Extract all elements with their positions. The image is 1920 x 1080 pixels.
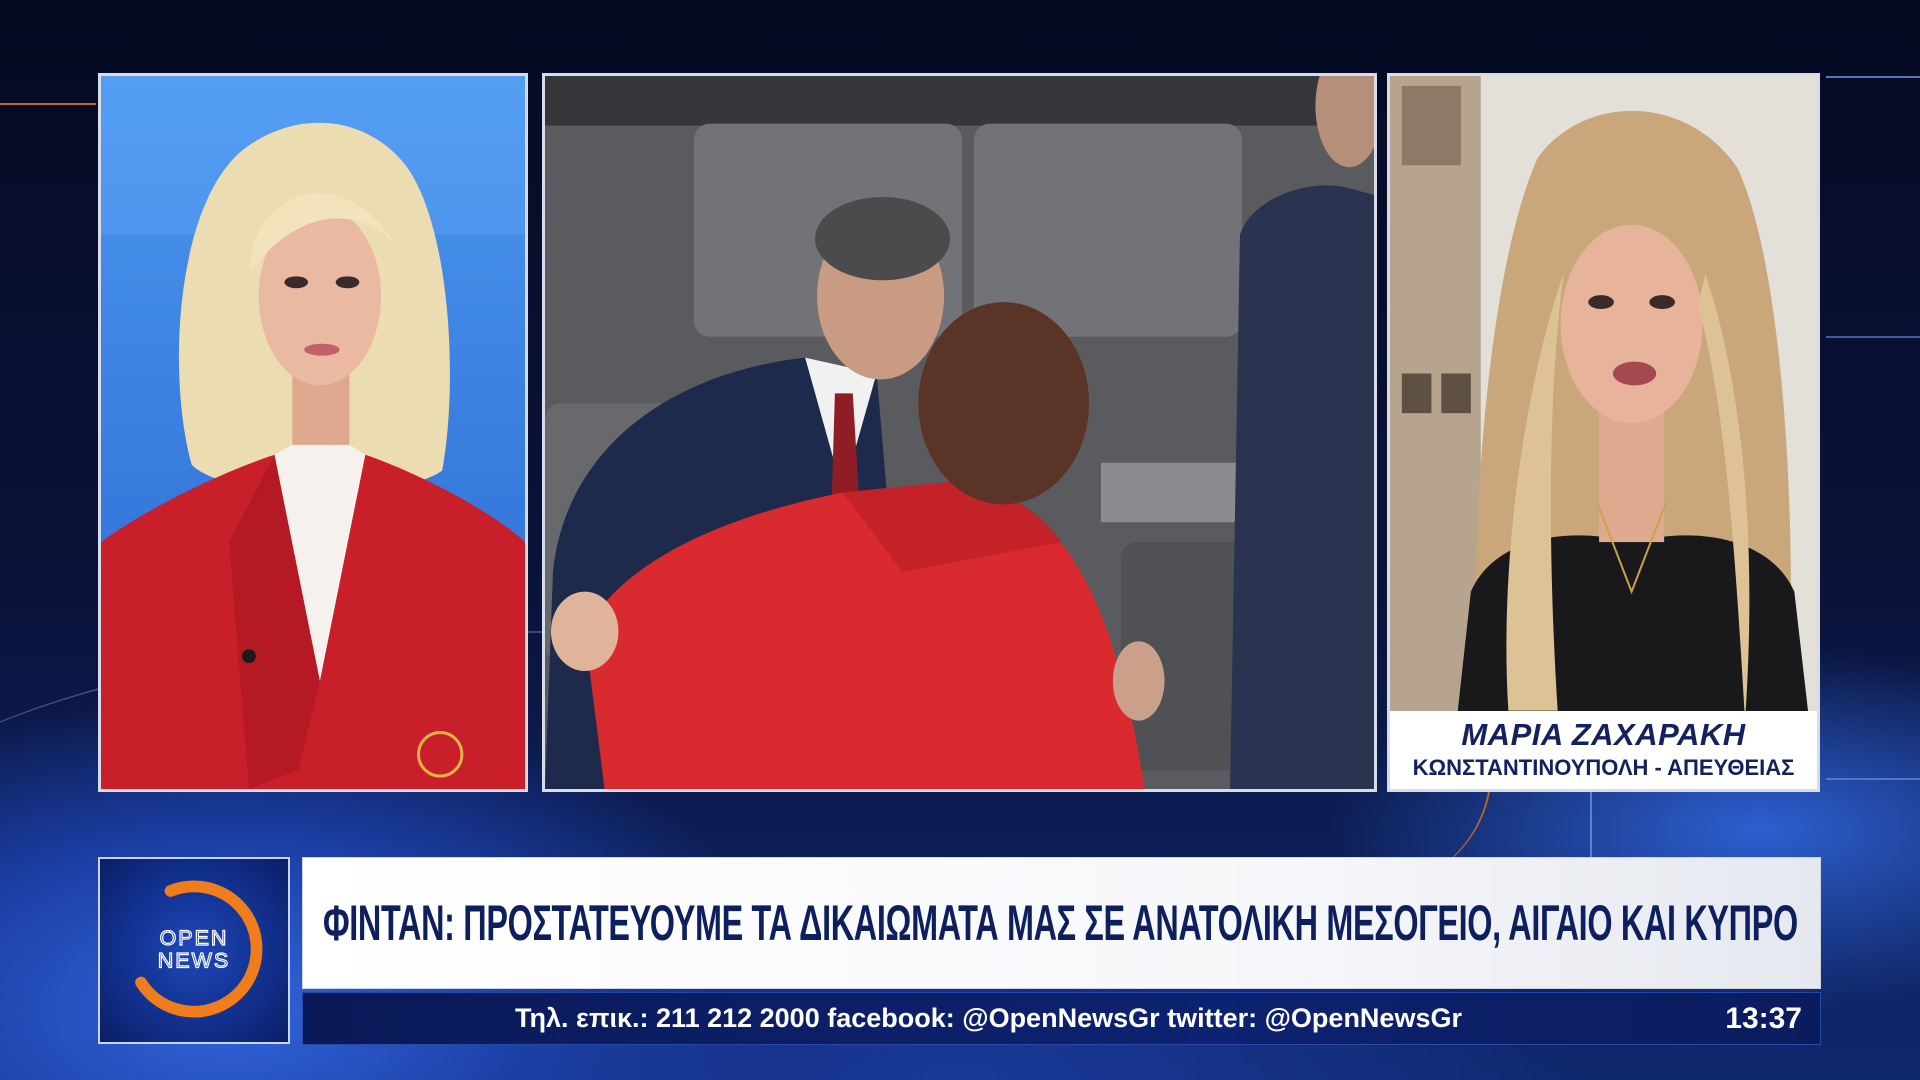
guest-name: ΜΑΡΙΑ ΖΑΧΑΡΑΚΗ — [1396, 717, 1811, 753]
anchor-lips — [304, 343, 340, 356]
guest-neck — [1599, 403, 1665, 543]
meeting-room-wall — [545, 76, 1374, 126]
anchor-microphone — [242, 649, 256, 664]
building-window — [1401, 373, 1432, 414]
guest-mouth — [1612, 361, 1657, 386]
background-accent-line — [1826, 76, 1920, 78]
guest-eye-left — [1588, 295, 1614, 310]
guest-name-plate: ΜΑΡΙΑ ΖΑΧΑΡΑΚΗ ΚΩΝΣΤΑΝΤΙΝΟΥΠΟΛΗ - ΑΠΕΥΘΕ… — [1390, 711, 1817, 789]
man-hair — [815, 196, 951, 281]
guest-name-text: ΜΑΡΙΑ ΖΑΧΑΡΑΚΗ — [1461, 717, 1746, 752]
ticker-contact-box: Τηλ. επικ.: 211 212 2000 facebook: @Open… — [515, 993, 1555, 1044]
clock-time: 13:37 — [1725, 1002, 1802, 1035]
anchor-eye-left — [284, 276, 309, 289]
channel-logo: OPEN NEWS — [98, 857, 290, 1044]
guest-face — [1560, 224, 1703, 424]
building-window — [1401, 85, 1462, 166]
logo-text-news: NEWS — [158, 949, 230, 973]
background-accent-line — [0, 103, 96, 105]
guest-eye-right — [1649, 295, 1675, 310]
building-window — [1441, 373, 1471, 414]
guest-video-image — [1390, 76, 1817, 789]
guest-location-text: ΚΩΝΣΤΑΝΤΙΝΟΥΠΟΛΗ - ΑΠΕΥΘΕΙΑΣ — [1412, 755, 1795, 780]
guest-location: ΚΩΝΣΤΑΝΤΙΝΟΥΠΟΛΗ - ΑΠΕΥΘΕΙΑΣ — [1396, 755, 1811, 781]
woman-hair — [918, 302, 1090, 505]
news-footage-image — [545, 76, 1374, 789]
person-right-suit — [1230, 185, 1374, 789]
background-accent-line — [1826, 336, 1920, 338]
logo-text-open: OPEN — [160, 926, 229, 950]
headline-text: ΦΙΝΤΑΝ: ΠΡΟΣΤΑΤΕΥΟΥΜΕ ΤΑ ΔΙΚΑΙΩΜΑΤΑ ΜΑΣ … — [323, 895, 1798, 951]
anchor-eye-right — [335, 276, 360, 289]
anchor-video-feed — [98, 73, 528, 792]
news-footage-feed — [542, 73, 1377, 792]
open-news-logo-icon: OPEN NEWS — [125, 880, 263, 1018]
guest-video-feed: ΜΑΡΙΑ ΖΑΧΑΡΑΚΗ ΚΩΝΣΤΑΝΤΙΝΟΥΠΟΛΗ - ΑΠΕΥΘΕ… — [1387, 73, 1820, 792]
anchor-video-image — [101, 76, 525, 789]
man-hand — [1112, 641, 1165, 721]
ticker-bar: Τηλ. επικ.: 211 212 2000 facebook: @Open… — [302, 992, 1821, 1045]
headline-bar: ΦΙΝΤΑΝ: ΠΡΟΣΤΑΤΕΥΟΥΜΕ ΤΑ ΔΙΚΑΙΩΜΑΤΑ ΜΑΣ … — [302, 857, 1821, 989]
ticker-contact-info: Τηλ. επικ.: 211 212 2000 facebook: @Open… — [515, 1003, 1462, 1033]
woman-hand — [550, 591, 619, 671]
background-accent-line — [1826, 778, 1920, 780]
